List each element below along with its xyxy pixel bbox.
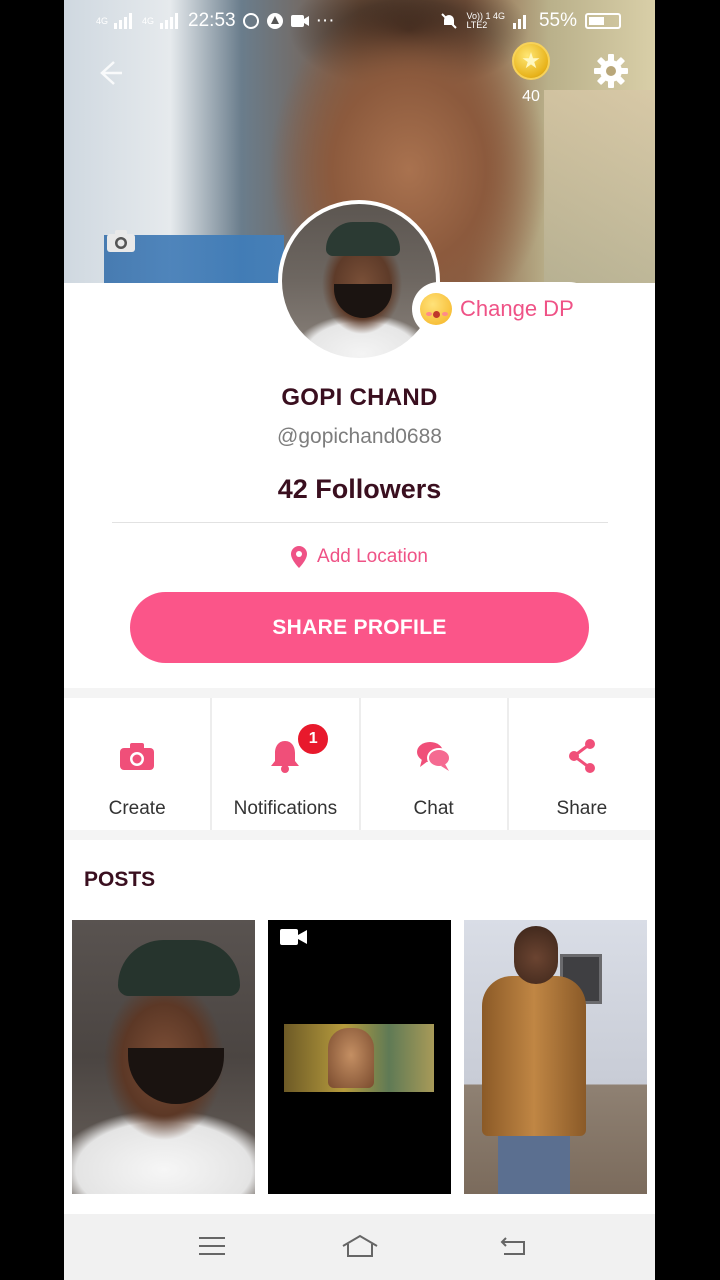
share-icon [562,736,602,776]
whatsapp-icon [242,13,259,29]
back-nav-icon[interactable] [498,1232,530,1260]
divider [112,522,608,523]
battery-icon [585,13,621,29]
network-type-label: 4G [142,15,155,26]
signal-icon [160,13,179,29]
chat-icon [414,736,454,776]
section-separator [64,830,655,840]
location-pin-icon [291,546,308,568]
share-profile-button[interactable]: SHARE PROFILE [130,592,589,663]
status-right: Vo)) 1 4G LTE2 55% [440,10,621,32]
video-icon [280,929,307,945]
section-separator [64,688,655,698]
share-label: Share [556,798,608,819]
post-image-detail [498,1136,570,1194]
profile-name: GOPI CHAND [281,384,438,411]
network-type-label: 4G [96,15,109,26]
gear-icon[interactable] [592,52,630,90]
notification-badge: 1 [296,722,331,756]
signal-icon [114,13,133,29]
share-action[interactable]: Share [506,698,655,830]
post-image-detail [328,1028,374,1088]
post-image-detail [128,1048,224,1104]
change-dp-button[interactable]: Change DP [412,282,596,336]
add-location-label: Add Location [317,546,428,567]
post-image-detail [118,940,240,996]
video-notification-icon [290,15,309,27]
notifications-action[interactable]: 1 Notifications [210,698,358,830]
chat-action[interactable]: Chat [358,698,507,830]
status-left: 4G 4G 22:53 ··· [96,10,335,32]
followers-count[interactable]: 42 Followers [64,474,655,505]
change-dp-label: Change DP [460,296,574,321]
post-thumbnail[interactable] [268,920,451,1194]
chat-label: Chat [413,798,454,819]
post-image-detail [482,976,586,1136]
battery-percent: 55% [538,10,577,31]
post-thumbnail[interactable] [72,920,255,1194]
battery-fill [589,17,604,25]
add-location-link[interactable]: Add Location [64,546,655,568]
create-label: Create [108,798,166,819]
cover-photo-detail [544,90,655,283]
system-nav-bar [64,1214,655,1280]
lte-label-bottom: LTE2 [466,20,488,30]
back-arrow-icon[interactable] [94,58,130,94]
coin-count: 40 [522,88,540,105]
more-notifications-icon: ··· [315,10,335,31]
mute-icon [441,13,458,29]
menu-icon[interactable] [196,1232,228,1260]
avatar-detail [326,222,400,256]
action-bar: Create 1 Notifications Chat Share [64,698,655,830]
camera-icon [117,736,157,776]
avatar[interactable] [278,200,440,362]
clock: 22:53 [188,10,236,31]
signal-icon [512,15,526,29]
post-thumbnail[interactable] [464,920,647,1194]
coin-icon[interactable]: ★ [512,42,550,80]
avatar-detail [334,284,392,318]
home-icon[interactable] [340,1232,380,1260]
app-notification-icon [266,13,283,29]
create-action[interactable]: Create [64,698,210,830]
status-bar: 4G 4G 22:53 ··· Vo)) 1 4G LTE2 55% [64,0,655,44]
kiss-emoji-icon [420,293,452,325]
post-image-detail [514,926,558,984]
profile-screen: 4G 4G 22:53 ··· Vo)) 1 4GLTE2 55% ★ 40 [64,0,655,1280]
notifications-label: Notifications [233,798,338,819]
camera-icon[interactable] [106,228,136,254]
lte-label: Vo)) 1 4G LTE2 [466,12,505,30]
profile-handle: @gopichand0688 [277,425,442,448]
posts-heading: POSTS [84,868,156,891]
